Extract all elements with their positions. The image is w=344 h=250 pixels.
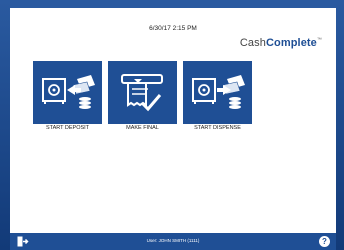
start-dispense-button[interactable] (183, 61, 252, 124)
brand-tm: ™ (316, 37, 322, 43)
window-frame-top (0, 0, 344, 8)
start-deposit-label: START DEPOSIT (45, 125, 90, 131)
window-frame-right (336, 0, 344, 250)
make-final-button[interactable] (108, 61, 177, 124)
brand-logo: CashComplete™ (240, 37, 322, 49)
safe-dispense-icon (192, 75, 245, 109)
start-deposit-button[interactable] (33, 61, 102, 124)
brand-prefix: Cash (239, 37, 266, 49)
help-button[interactable]: ? (319, 236, 330, 247)
datetime-display: 6/30/17 2:15 PM (149, 25, 197, 32)
safe-deposit-icon (42, 75, 95, 109)
status-bar: User: JOHN SMITH (1111) ? (10, 233, 336, 250)
brand-bold: Complete (265, 37, 317, 49)
make-final-label: MAKE FINAL (126, 125, 159, 131)
start-dispense-label: START DISPENSE (194, 125, 241, 131)
window-frame-left (0, 0, 10, 250)
main-screen: 6/30/17 2:15 PM CashComplete™ START DEPO… (10, 8, 336, 240)
receipt-check-icon (121, 74, 163, 112)
current-user-label: User: JOHN SMITH (1111) (146, 238, 200, 243)
